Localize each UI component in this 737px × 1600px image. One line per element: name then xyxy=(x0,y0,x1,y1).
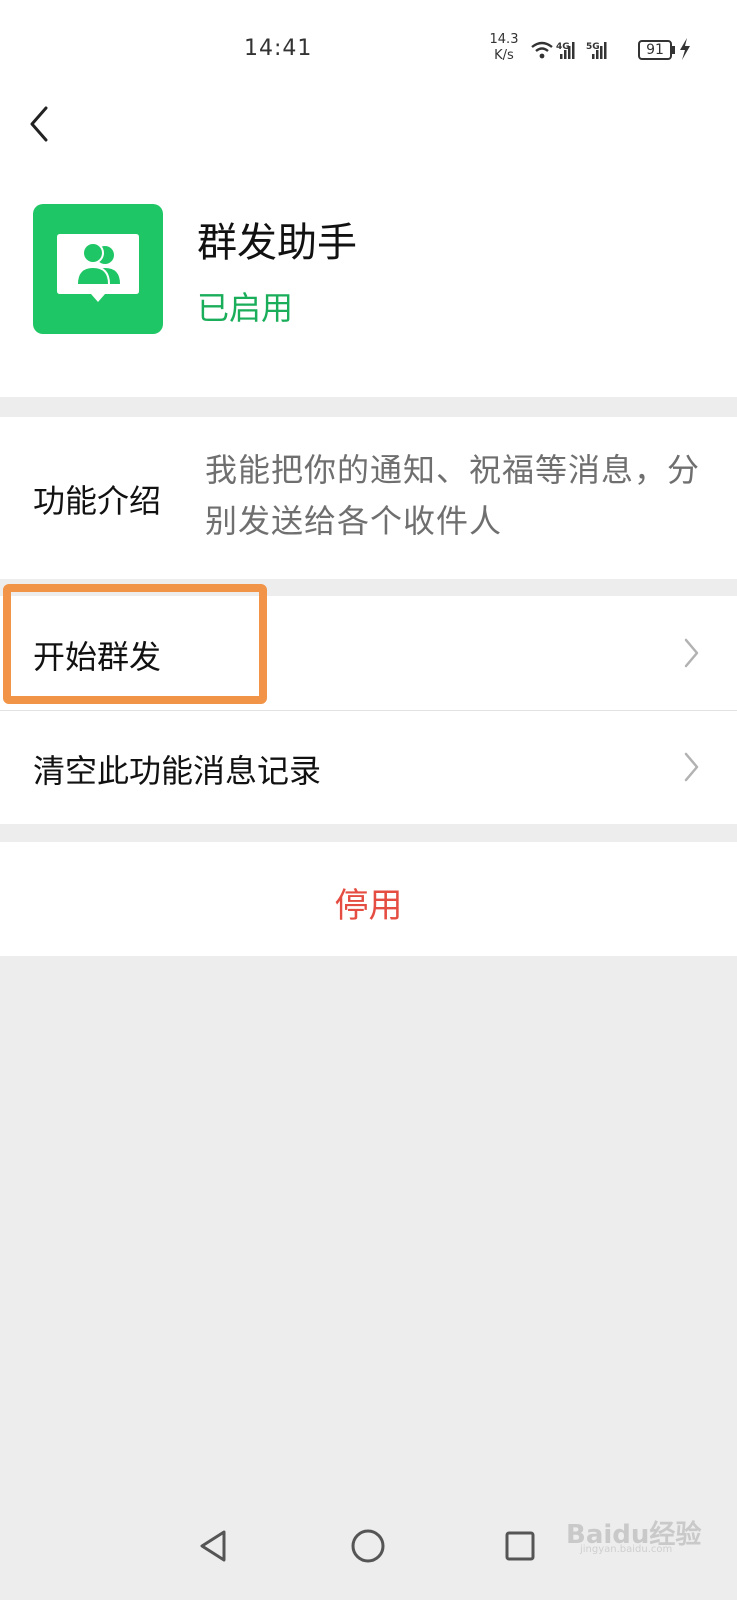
app-icon xyxy=(33,204,163,334)
triangle-back-icon xyxy=(200,1530,226,1562)
network-speed-unit: K/s xyxy=(494,48,514,63)
signal-icons: 4G 5G xyxy=(530,38,636,68)
disable-label: 停用 xyxy=(334,886,403,926)
header-area: 14:41 14.3 K/s 4G 5G 91 群发助手 已启用 xyxy=(0,0,737,397)
square-recents-icon xyxy=(505,1531,535,1561)
clear-history-row[interactable]: 清空此功能消息记录 xyxy=(0,710,737,824)
battery-icon: 91 xyxy=(638,40,672,60)
status-bar: 14:41 14.3 K/s 4G 5G 91 xyxy=(0,0,737,96)
network-speed-value: 14.3 xyxy=(489,32,519,47)
back-button[interactable] xyxy=(22,100,62,150)
start-broadcast-label: 开始群发 xyxy=(33,638,162,676)
menu-section: 开始群发 清空此功能消息记录 xyxy=(0,596,737,824)
intro-label: 功能介绍 xyxy=(33,482,162,520)
chevron-right-icon xyxy=(684,752,699,782)
network-speed: 14.3 K/s xyxy=(484,32,524,64)
nav-home-button[interactable] xyxy=(350,1528,386,1568)
circle-home-icon xyxy=(351,1529,385,1563)
app-title: 群发助手 xyxy=(197,220,357,266)
clear-history-label: 清空此功能消息记录 xyxy=(33,752,322,790)
app-status: 已启用 xyxy=(197,289,294,327)
intro-description: 我能把你的通知、祝福等消息，分别发送给各个收件人 xyxy=(205,451,701,540)
status-time: 14:41 xyxy=(244,36,313,61)
battery-nub xyxy=(672,46,675,54)
chevron-left-icon xyxy=(30,106,48,142)
chevron-right-icon xyxy=(684,638,699,668)
baidu-watermark: Baidu经验 jingyan.baidu.com xyxy=(560,1492,710,1562)
disable-button[interactable]: 停用 xyxy=(0,842,737,956)
wifi-icon: 4G 5G xyxy=(531,41,607,59)
sim1-label: 4G xyxy=(556,42,570,52)
start-broadcast-row[interactable]: 开始群发 xyxy=(0,596,737,710)
nav-recents-button[interactable] xyxy=(504,1530,536,1566)
bolt-icon xyxy=(680,38,690,60)
nav-back-button[interactable] xyxy=(196,1528,230,1568)
group-users-icon xyxy=(57,234,139,302)
intro-section: 功能介绍 我能把你的通知、祝福等消息，分别发送给各个收件人 xyxy=(0,417,737,579)
watermark-url: jingyan.baidu.com xyxy=(580,1544,673,1555)
